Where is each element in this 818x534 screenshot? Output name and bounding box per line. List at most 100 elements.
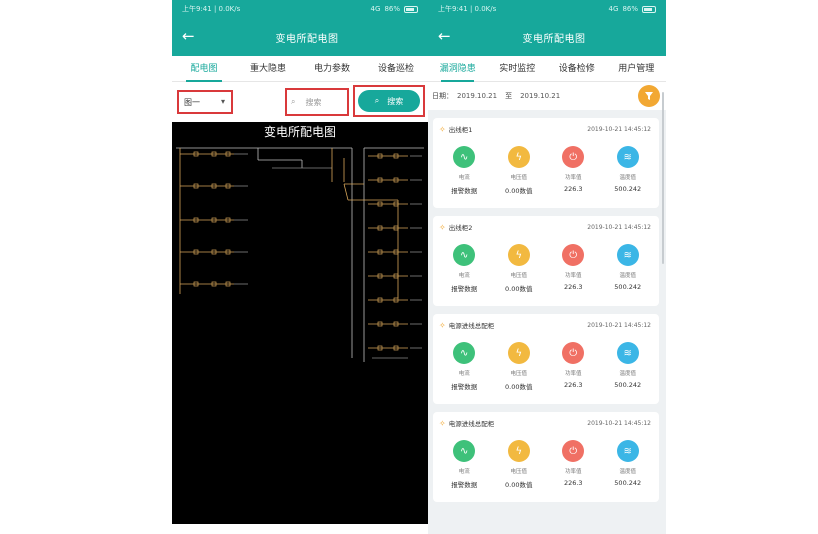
metric-item[interactable]: ∿ 电流 报警数据 bbox=[440, 244, 488, 293]
metric-label: 功率值 bbox=[564, 371, 582, 377]
date-filter-row: 日期： 2019.10.21 至 2019.10.21 bbox=[428, 82, 666, 110]
search-icon: ⌕ bbox=[291, 97, 296, 106]
monitor-card[interactable]: ✧ 电源进线总配柜 2019-10-21 14:45:12 ∿ 电流 报警数据 ϟ 电压值 0.… bbox=[433, 314, 659, 404]
metric-item[interactable]: ϟ 电压值 0.00数值 bbox=[495, 146, 543, 195]
end-date-field[interactable]: 2019.10.21 bbox=[520, 92, 560, 100]
metric-item[interactable]: ϟ 电压值 0.00数值 bbox=[495, 244, 543, 293]
card-title: 电源进线总配柜 bbox=[448, 322, 495, 330]
metric-item[interactable]: ∿ 电流 报警数据 bbox=[440, 146, 488, 195]
metric-item[interactable]: ⏻ 功率值 226.3 bbox=[549, 244, 597, 293]
metric-label: 功率值 bbox=[564, 273, 582, 279]
scrollbar[interactable] bbox=[662, 92, 664, 264]
back-arrow-icon[interactable]: ← bbox=[438, 27, 451, 45]
card-title: 电源进线总配柜 bbox=[448, 420, 495, 428]
card-metrics: ∿ 电流 报警数据 ϟ 电压值 0.00数值 ⏻ 功率值 226.3 ≋ 温度值 500.242 bbox=[433, 336, 659, 391]
power-icon: ⏻ bbox=[562, 146, 585, 168]
search-input[interactable]: ⌕ 搜索 bbox=[285, 88, 349, 116]
tab-power-parameters[interactable]: 电力参数 bbox=[300, 56, 364, 82]
metric-item[interactable]: ⏻ 功率值 226.3 bbox=[549, 440, 597, 489]
metric-label: 温度值 bbox=[619, 371, 636, 377]
metric-item[interactable]: ≋ 温度值 500.242 bbox=[604, 342, 652, 391]
metric-item[interactable]: ∿ 电流 报警数据 bbox=[440, 440, 488, 489]
battery-icon bbox=[642, 5, 656, 13]
metric-value: 226.3 bbox=[563, 479, 583, 487]
metric-item[interactable]: ≋ 温度值 500.242 bbox=[604, 146, 652, 195]
metric-value: 500.242 bbox=[614, 381, 642, 389]
search-button-label: 搜索 bbox=[387, 96, 404, 106]
left-phone-screen: 上午9:41 | 0.0K/s 4G 86% ← 变电所配电图 配电图 重大隐患… bbox=[172, 0, 428, 534]
diagram-select-value: 图一 bbox=[184, 98, 200, 107]
diagram-wiring bbox=[176, 147, 424, 362]
metric-item[interactable]: ≋ 温度值 500.242 bbox=[604, 244, 652, 293]
tab-distribution-diagram[interactable]: 配电图 bbox=[172, 56, 236, 82]
signal-label: 4G bbox=[370, 5, 381, 13]
pulse-icon: ∿ bbox=[453, 146, 476, 168]
tab-realtime[interactable]: 实时监控 bbox=[488, 56, 548, 82]
metric-value: 0.00数值 bbox=[505, 481, 533, 489]
metric-value: 0.00数值 bbox=[505, 187, 533, 195]
lightbulb-icon: ✧ bbox=[439, 320, 446, 330]
metric-item[interactable]: ϟ 电压值 0.00数值 bbox=[495, 440, 543, 489]
filter-button[interactable] bbox=[638, 85, 660, 107]
card-title: 出线柜2 bbox=[448, 224, 473, 232]
distribution-diagram[interactable]: 变电所配电图 bbox=[172, 122, 428, 524]
tab-users[interactable]: 用户管理 bbox=[607, 56, 667, 82]
battery-percent: 86% bbox=[384, 5, 400, 13]
search-button-highlight: ⌕ 搜索 bbox=[353, 85, 425, 117]
monitor-card[interactable]: ✧ 出线柜2 2019-10-21 14:45:12 ∿ 电流 报警数据 ϟ 电压值 0.00数… bbox=[433, 216, 659, 306]
page-title: 变电所配电图 bbox=[522, 33, 586, 45]
metric-label: 电压值 bbox=[510, 469, 527, 475]
pulse-icon: ∿ bbox=[453, 342, 476, 364]
bolt-icon: ϟ bbox=[507, 146, 530, 168]
metric-value: 226.3 bbox=[563, 381, 583, 389]
monitor-card[interactable]: ✧ 电源进线总配柜 2019-10-21 14:45:12 ∿ 电流 报警数据 ϟ 电压值 0.… bbox=[433, 412, 659, 502]
tab-equipment-inspection[interactable]: 设备巡检 bbox=[364, 56, 428, 82]
tab-maintenance[interactable]: 设备检修 bbox=[547, 56, 607, 82]
card-timestamp: 2019-10-21 14:45:12 bbox=[587, 125, 651, 133]
pulse-icon: ∿ bbox=[453, 244, 476, 266]
bolt-icon: ϟ bbox=[507, 440, 530, 462]
metric-value: 226.3 bbox=[563, 283, 583, 291]
date-separator: 至 bbox=[505, 92, 513, 100]
battery-percent: 86% bbox=[622, 5, 638, 13]
start-date-field[interactable]: 2019.10.21 bbox=[457, 92, 497, 100]
metric-label: 功率值 bbox=[564, 175, 582, 181]
metric-value: 0.00数值 bbox=[505, 285, 533, 293]
status-time: 上午9:41 | 0.0K/s bbox=[182, 5, 241, 13]
card-header: ✧ 电源进线总配柜 2019-10-21 14:45:12 bbox=[433, 314, 659, 336]
pulse-icon: ∿ bbox=[453, 440, 476, 462]
metric-item[interactable]: ⏻ 功率值 226.3 bbox=[549, 146, 597, 195]
metric-item[interactable]: ∿ 电流 报警数据 bbox=[440, 342, 488, 391]
metric-value: 500.242 bbox=[614, 479, 642, 487]
card-timestamp: 2019-10-21 14:45:12 bbox=[587, 321, 651, 329]
metric-label: 电流 bbox=[458, 371, 470, 377]
card-timestamp: 2019-10-21 14:45:12 bbox=[587, 419, 651, 427]
search-icon: ⌕ bbox=[374, 96, 380, 105]
metric-value: 500.242 bbox=[614, 185, 642, 193]
thermo-icon: ≋ bbox=[616, 244, 639, 266]
power-icon: ⏻ bbox=[562, 440, 585, 462]
metric-value: 报警数据 bbox=[451, 187, 478, 195]
signal-label: 4G bbox=[608, 5, 619, 13]
lightbulb-icon: ✧ bbox=[439, 124, 446, 134]
metric-item[interactable]: ⏻ 功率值 226.3 bbox=[549, 342, 597, 391]
metric-label: 电流 bbox=[458, 469, 470, 475]
battery-icon bbox=[404, 5, 418, 13]
tab-bar: 配电图 重大隐患 电力参数 设备巡检 bbox=[172, 56, 428, 82]
tab-hazards[interactable]: 漏洞隐患 bbox=[428, 56, 488, 82]
metric-label: 电流 bbox=[458, 273, 470, 279]
metric-value: 0.00数值 bbox=[505, 383, 533, 391]
status-time: 上午9:41 | 0.0K/s bbox=[438, 5, 497, 13]
metric-item[interactable]: ϟ 电压值 0.00数值 bbox=[495, 342, 543, 391]
lightbulb-icon: ✧ bbox=[439, 418, 446, 428]
monitor-card[interactable]: ✧ 出线柜1 2019-10-21 14:45:12 ∿ 电流 报警数据 ϟ 电压值 0.00数… bbox=[433, 118, 659, 208]
back-arrow-icon[interactable]: ← bbox=[182, 27, 195, 45]
search-button[interactable]: ⌕ 搜索 bbox=[358, 90, 420, 112]
metric-item[interactable]: ≋ 温度值 500.242 bbox=[604, 440, 652, 489]
metric-label: 温度值 bbox=[619, 469, 636, 475]
tie-drop bbox=[343, 183, 349, 201]
diagram-select[interactable]: 图一 ▾ bbox=[177, 90, 233, 114]
tab-major-hazards[interactable]: 重大隐患 bbox=[236, 56, 300, 82]
card-metrics: ∿ 电流 报警数据 ϟ 电压值 0.00数值 ⏻ 功率值 226.3 ≋ 温度值 500.242 bbox=[433, 238, 659, 293]
metric-label: 温度值 bbox=[619, 175, 636, 181]
